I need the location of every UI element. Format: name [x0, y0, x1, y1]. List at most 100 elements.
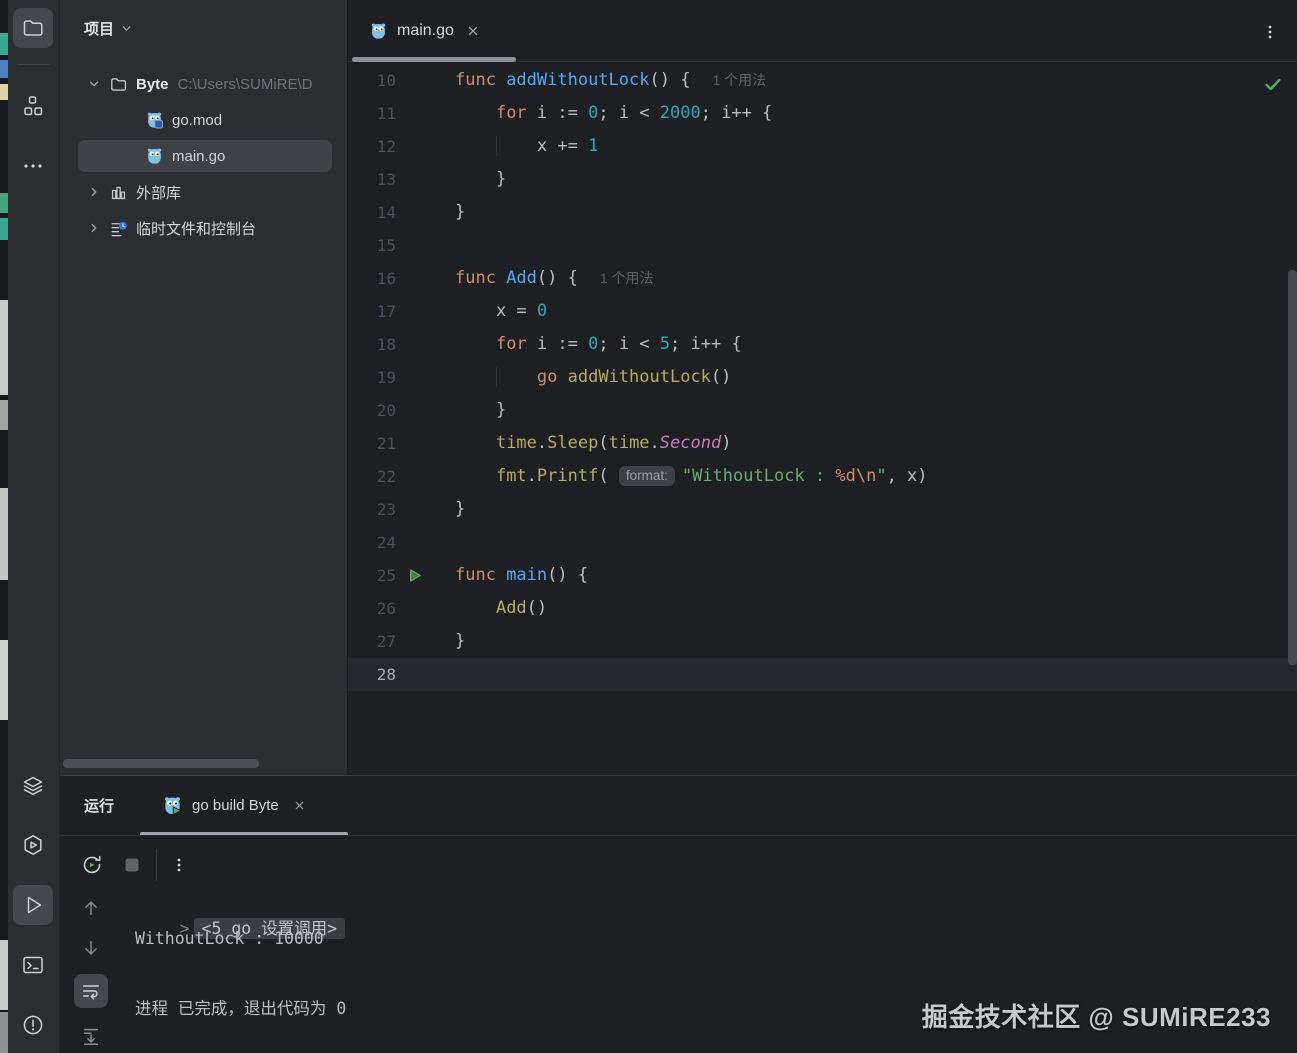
layers-icon: [21, 774, 45, 798]
code-text: fmt.Printf( format: "WithoutLock : %d\n",…: [495, 466, 928, 486]
console-rail-arrow-up-button[interactable]: [74, 891, 108, 925]
code-text: for i := 0; i < 5; i++ {: [495, 334, 742, 354]
watermark: 掘金技术社区 @ SUMiRE233: [921, 1002, 1271, 1032]
project-tree: Byte C:\Users\SUMiRE\D go.mod main.go 外部库临时文…: [60, 66, 347, 246]
code-line-18[interactable]: 18 for i := 0; i < 5; i++ {: [348, 328, 1297, 361]
activity-button-services[interactable]: [13, 825, 53, 865]
project-panel-title[interactable]: 项目: [84, 18, 133, 39]
activity-button-more-tools[interactable]: [13, 146, 53, 186]
gutter-spacer: [396, 97, 432, 130]
close-run-tab-icon[interactable]: [293, 799, 306, 812]
code-line-16[interactable]: 16 func Add() {1 个用法: [348, 262, 1297, 295]
usages-inlay-hint[interactable]: 1 个用法: [600, 270, 654, 286]
console-rail-scroll-to-end-button[interactable]: [74, 1019, 108, 1053]
chevron-down-icon[interactable]: [86, 76, 102, 92]
code-line-28[interactable]: 28: [348, 658, 1297, 691]
run-tab-go-build-byte[interactable]: go build Byte: [140, 776, 306, 834]
line-number[interactable]: 16: [348, 262, 396, 295]
activity-button-problems[interactable]: [13, 1005, 53, 1045]
usages-inlay-hint[interactable]: 1 个用法: [712, 72, 766, 88]
line-number[interactable]: 13: [348, 163, 396, 196]
chevron-right-icon[interactable]: [86, 184, 102, 200]
tree-item-label: Byte: [136, 75, 169, 93]
line-number[interactable]: 15: [348, 229, 396, 262]
console-rail-soft-wrap-button[interactable]: [74, 974, 108, 1008]
line-number[interactable]: 19: [348, 361, 396, 394]
run-options-kebab-icon[interactable]: [164, 850, 194, 880]
rerun-button[interactable]: [77, 850, 107, 880]
line-number[interactable]: 12: [348, 130, 396, 163]
line-number[interactable]: 10: [348, 64, 396, 97]
line-number[interactable]: 22: [348, 460, 396, 493]
terminal-icon: [21, 953, 45, 977]
code-line-12[interactable]: 12 x += 1: [348, 130, 1297, 163]
code-line-21[interactable]: 21 time.Sleep(time.Second): [348, 427, 1297, 460]
console-rail-arrow-down-button[interactable]: [74, 931, 108, 965]
vertical-scrollbar-thumb[interactable]: [1288, 270, 1297, 665]
code-line-27[interactable]: 27}: [348, 625, 1297, 658]
code-line-19[interactable]: 19 go addWithoutLock(): [348, 361, 1297, 394]
editor-options-kebab-icon[interactable]: [1257, 19, 1283, 45]
line-number[interactable]: 14: [348, 196, 396, 229]
editor-tab-main-go[interactable]: main.go: [352, 0, 516, 62]
tree-item-label: go.mod: [172, 111, 223, 129]
code-line-26[interactable]: 26 Add(): [348, 592, 1297, 625]
code-line-15[interactable]: 15: [348, 229, 1297, 262]
editor-tab-bar: main.go: [348, 0, 1297, 62]
activity-bar-divider: [18, 64, 50, 65]
line-number[interactable]: 20: [348, 394, 396, 427]
code-line-17[interactable]: 17 x = 0: [348, 295, 1297, 328]
code-line-14[interactable]: 14}: [348, 196, 1297, 229]
activity-button-structure[interactable]: [13, 86, 53, 126]
tree-item-main.go[interactable]: main.go: [60, 138, 347, 174]
close-tab-icon[interactable]: [466, 24, 480, 38]
code-line-25[interactable]: 25 func main() {: [348, 559, 1297, 592]
tree-item-Byte[interactable]: Byte C:\Users\SUMiRE\D: [60, 66, 347, 102]
console-output-line: WithoutLock : 10000: [135, 929, 324, 948]
line-number[interactable]: 26: [348, 592, 396, 625]
tree-item-外部库[interactable]: 外部库: [60, 174, 347, 210]
problems-icon: [21, 1013, 45, 1037]
line-number[interactable]: 28: [348, 658, 396, 691]
run-gutter-icon[interactable]: [396, 559, 432, 592]
line-number[interactable]: 18: [348, 328, 396, 361]
code-line-10[interactable]: 10 func addWithoutLock() {1 个用法: [348, 64, 1297, 97]
code-editor[interactable]: 10 func addWithoutLock() {1 个用法 11 for i :…: [348, 64, 1297, 691]
gutter-spacer: [396, 229, 432, 262]
activity-button-terminal[interactable]: [13, 945, 53, 985]
tree-item-label: 外部库: [136, 184, 182, 202]
horizontal-scrollbar-thumb[interactable]: [63, 759, 259, 768]
code-line-13[interactable]: 13 }: [348, 163, 1297, 196]
tree-item-label: 临时文件和控制台: [136, 220, 257, 238]
activity-bar: [8, 0, 60, 1053]
code-line-11[interactable]: 11 for i := 0; i < 2000; i++ {: [348, 97, 1297, 130]
line-number[interactable]: 27: [348, 625, 396, 658]
activity-button-layers[interactable]: [13, 766, 53, 806]
background-window-sliver: [0, 0, 8, 1053]
tree-item-临时文件和控制台[interactable]: 临时文件和控制台: [60, 210, 347, 246]
gutter-spacer: [396, 328, 432, 361]
activity-button-run[interactable]: [13, 885, 53, 925]
code-line-24[interactable]: 24: [348, 526, 1297, 559]
line-number[interactable]: 24: [348, 526, 396, 559]
line-number[interactable]: 21: [348, 427, 396, 460]
toolbar-divider: [156, 849, 157, 881]
activity-button-project-folder[interactable]: [13, 8, 53, 48]
code-line-20[interactable]: 20 }: [348, 394, 1297, 427]
stop-button[interactable]: [117, 850, 147, 880]
gutter-spacer: [396, 625, 432, 658]
line-number[interactable]: 17: [348, 295, 396, 328]
tree-item-go.mod[interactable]: go.mod: [60, 102, 347, 138]
soft-wrap-icon: [80, 980, 102, 1002]
line-number[interactable]: 25: [348, 559, 396, 592]
arrow-up-icon: [80, 897, 102, 919]
code-line-23[interactable]: 23}: [348, 493, 1297, 526]
code-text: x = 0: [495, 301, 548, 321]
line-number[interactable]: 23: [348, 493, 396, 526]
code-line-22[interactable]: 22 fmt.Printf( format: "WithoutLock : %d\…: [348, 460, 1297, 493]
chevron-right-icon[interactable]: [86, 220, 102, 236]
scratches-icon: [108, 218, 128, 238]
line-number[interactable]: 11: [348, 97, 396, 130]
gutter-spacer: [396, 262, 432, 295]
gutter-spacer: [396, 493, 432, 526]
